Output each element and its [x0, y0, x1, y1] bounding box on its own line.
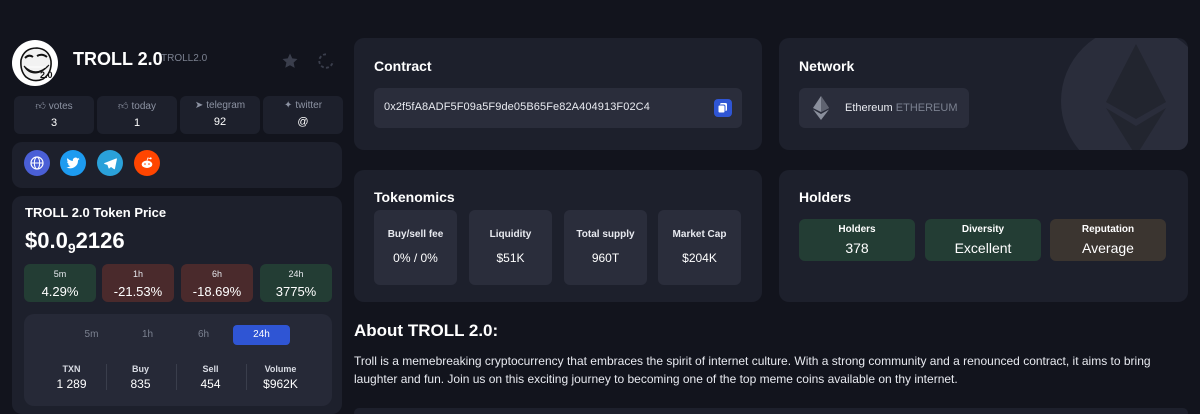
tab-24h[interactable]: 24h [233, 325, 290, 345]
txn-sell: Sell 454 [200, 364, 221, 391]
star-icon[interactable] [281, 52, 299, 70]
tab-5m[interactable]: 5m [63, 325, 120, 345]
token-symbol: TROLL2.0 [161, 53, 208, 64]
holders-count: Holders 378 [799, 219, 915, 261]
about-title: About TROLL 2.0: [354, 321, 499, 340]
tokenomics-liquidity: Liquidity $51K [469, 210, 552, 285]
next-card [354, 408, 1188, 414]
divider [176, 364, 177, 390]
tokenomics-marketcap: Market Cap $204K [658, 210, 741, 285]
stat-twitter[interactable]: ✦ twitter @ [263, 96, 343, 134]
thumbs-up-icon: 👍︎ [35, 101, 46, 112]
avatar-badge: 2.0 [40, 70, 53, 80]
network-chip: Ethereum ETHEREUM [799, 88, 969, 128]
change-5m: 5m 4.29% [24, 264, 96, 302]
stat-telegram[interactable]: ➤ telegram 92 [180, 96, 260, 134]
ethereum-icon [813, 96, 829, 120]
holders-reputation: Reputation Average [1050, 219, 1166, 261]
txn-volume: Volume $962K [263, 364, 298, 391]
stat-votes: 👍︎ votes 3 [14, 96, 94, 134]
tokenomics-title: Tokenomics [374, 189, 455, 205]
contract-address-box: 0x2f5fA8ADF5F09a5F9de05B65Fe82A404913F02… [374, 88, 742, 128]
holders-title: Holders [799, 189, 852, 205]
twitter-icon[interactable] [60, 150, 86, 176]
token-avatar: 2.0 [12, 40, 58, 86]
copy-icon[interactable] [714, 99, 732, 117]
txn-count: TXN 1 289 [56, 364, 87, 391]
website-icon[interactable] [24, 150, 50, 176]
price-title: TROLL 2.0 Token Price [25, 205, 167, 220]
network-name: Ethereum ETHEREUM [845, 102, 958, 114]
divider [106, 364, 107, 390]
ethereum-watermark-icon [1061, 38, 1188, 150]
token-name: TROLL 2.0 [73, 49, 163, 69]
tab-6h[interactable]: 6h [175, 325, 232, 345]
telegram-icon: ➤ [194, 100, 204, 111]
price-value: $0.092126 [25, 228, 125, 256]
holders-diversity: Diversity Excellent [925, 219, 1041, 261]
thumbs-up-icon: 👍︎ [118, 101, 129, 112]
telegram-icon[interactable] [97, 150, 123, 176]
stat-today: 👍︎ today 1 [97, 96, 177, 134]
txn-buy: Buy 835 [130, 364, 151, 391]
contract-title: Contract [374, 58, 432, 74]
reddit-icon[interactable] [134, 150, 160, 176]
change-1h: 1h -21.53% [102, 264, 174, 302]
network-title: Network [799, 58, 855, 74]
tokenomics-fee: Buy/sell fee 0% / 0% [374, 210, 457, 285]
about-text: Troll is a memebreaking cryptocurrency t… [354, 354, 1151, 386]
refresh-icon[interactable] [317, 52, 335, 70]
change-6h: 6h -18.69% [181, 264, 253, 302]
contract-address[interactable]: 0x2f5fA8ADF5F09a5F9de05B65Fe82A404913F02… [384, 101, 650, 113]
change-24h: 24h 3775% [260, 264, 332, 302]
divider [246, 364, 247, 390]
tab-1h[interactable]: 1h [119, 325, 176, 345]
tokenomics-supply: Total supply 960T [564, 210, 647, 285]
twitter-icon: ✦ [283, 100, 293, 111]
